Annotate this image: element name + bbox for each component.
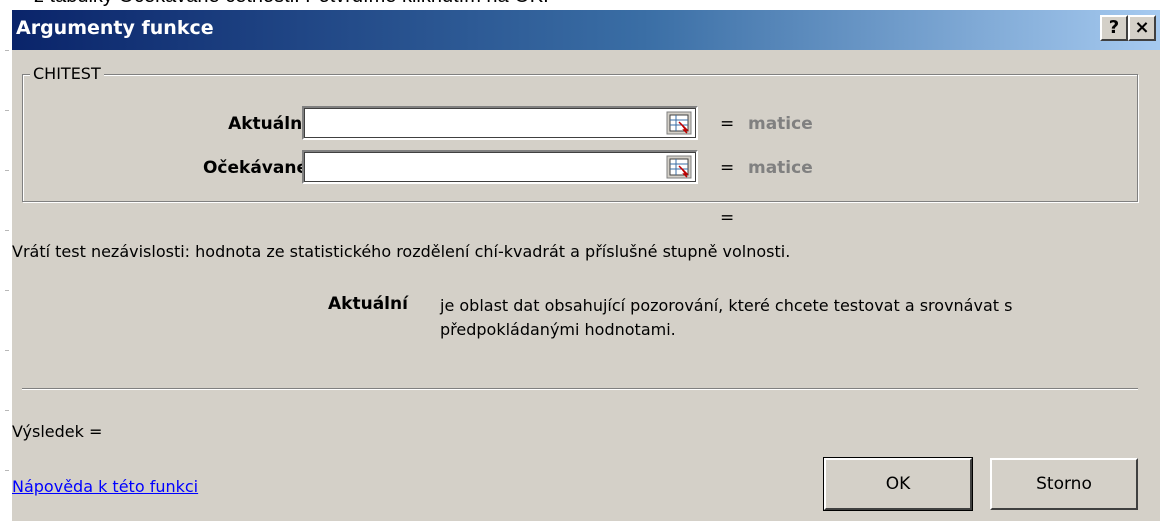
function-name-legend: CHITEST: [30, 64, 104, 83]
collapse-dialog-icon[interactable]: [666, 111, 692, 135]
dialog-titlebar[interactable]: Argumenty funkce ? ×: [12, 10, 1160, 50]
argument-result-expected: matice: [748, 158, 813, 178]
cancel-button[interactable]: Storno: [990, 458, 1138, 510]
close-button[interactable]: ×: [1128, 15, 1156, 41]
argument-input-expected[interactable]: [306, 154, 640, 180]
collapse-dialog-icon[interactable]: [666, 155, 692, 179]
argument-field-actual[interactable]: [302, 106, 698, 140]
argument-equals-actual: =: [720, 114, 735, 134]
ok-button[interactable]: OK: [823, 457, 973, 511]
result-label: Výsledek =: [12, 422, 103, 441]
help-button[interactable]: ?: [1100, 15, 1128, 41]
argument-equals-expected: =: [720, 158, 735, 178]
function-description: Vrátí test nezávislosti: hodnota ze stat…: [12, 242, 791, 261]
argument-input-actual[interactable]: [306, 110, 640, 136]
argument-help-label: Aktuální: [328, 294, 408, 314]
separator: [22, 388, 1138, 390]
document-ruler: [0, 20, 12, 521]
function-arguments-dialog: Argumenty funkce ? × CHITEST Aktuální = …: [12, 10, 1160, 521]
argument-field-expected[interactable]: [302, 150, 698, 184]
argument-result-actual: matice: [748, 114, 813, 134]
formula-result-equals: =: [720, 208, 735, 228]
document-text: z tabulky Očekávané četnosti. Potvrdíme …: [34, 0, 549, 8]
dialog-title: Argumenty funkce: [16, 17, 214, 39]
argument-label-actual: Aktuální: [228, 114, 308, 134]
argument-help-text: je oblast dat obsahující pozorování, kte…: [440, 296, 1013, 339]
help-link[interactable]: Nápověda k této funkci: [12, 477, 198, 496]
argument-label-expected: Očekávané: [202, 158, 308, 178]
